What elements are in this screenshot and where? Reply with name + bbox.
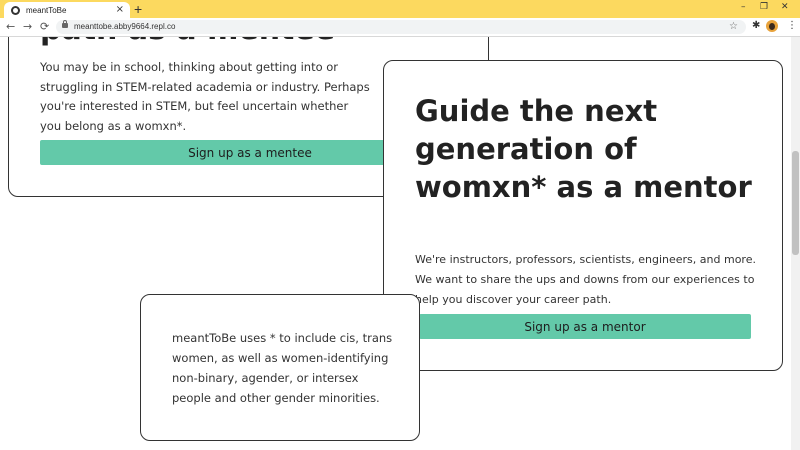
browser-tab-bar: meantToBe × + – ❐ ✕	[0, 0, 800, 18]
browser-toolbar: ← → ⟳ meanttobe.abby9664.repl.co ☆	[0, 18, 800, 37]
window-close-icon[interactable]: ✕	[781, 2, 789, 12]
reload-icon[interactable]: ⟳	[40, 19, 49, 35]
extensions-icon[interactable]: ✱	[752, 20, 760, 31]
signup-mentor-button[interactable]: Sign up as a mentor	[419, 314, 751, 339]
browser-tab[interactable]: meantToBe ×	[4, 2, 130, 18]
forward-icon[interactable]: →	[23, 19, 32, 35]
address-bar[interactable]: meanttobe.abby9664.repl.co ☆	[56, 20, 746, 34]
site-favicon-icon	[11, 5, 20, 15]
bookmark-star-icon[interactable]: ☆	[729, 20, 738, 34]
url-text[interactable]: meanttobe.abby9664.repl.co	[74, 21, 175, 33]
restore-icon[interactable]: ❐	[760, 2, 768, 12]
mentor-description: We're instructors, professors, scientist…	[415, 253, 756, 306]
tab-title: meantToBe	[26, 5, 67, 15]
page-scrollbar[interactable]	[791, 37, 800, 450]
page-content: path as a mentee You may be in school, t…	[0, 37, 791, 450]
mentor-heading: Guide the next generation of womxn* as a…	[415, 94, 752, 204]
profile-avatar-icon[interactable]	[766, 20, 778, 32]
mentee-description: You may be in school, thinking about get…	[40, 60, 370, 133]
new-tab-button[interactable]: +	[134, 1, 142, 17]
mentee-heading: path as a mentee	[40, 37, 335, 47]
womxn-definition-text: meantToBe uses * to include cis, trans w…	[172, 331, 393, 405]
minimize-icon[interactable]: –	[741, 2, 746, 12]
back-icon[interactable]: ←	[6, 19, 15, 35]
mentor-card: Guide the next generation of womxn* as a…	[383, 60, 783, 371]
browser-menu-icon[interactable]: ⋮	[787, 20, 797, 32]
lock-icon	[62, 20, 68, 28]
tab-close-icon[interactable]: ×	[116, 5, 124, 15]
womxn-definition-card: meantToBe uses * to include cis, trans w…	[140, 294, 420, 441]
scrollbar-thumb[interactable]	[792, 151, 799, 255]
